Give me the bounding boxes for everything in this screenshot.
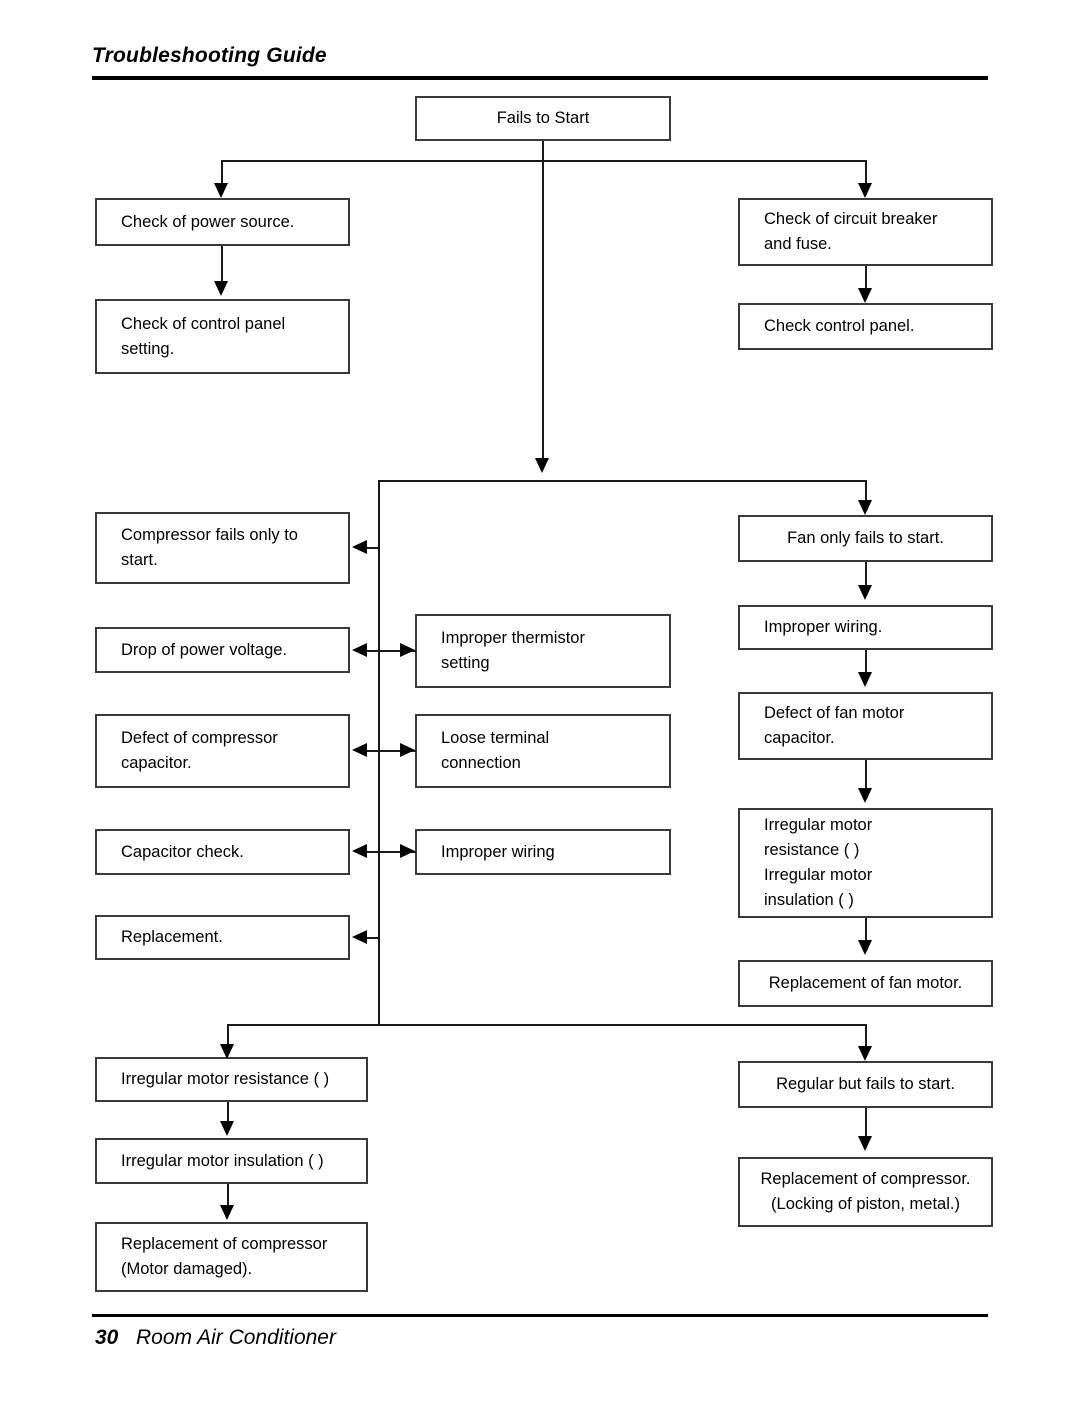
arrowhead-down-to-fan-only-fails [858,500,872,515]
arrowhead-down-to-control-panel-setting [214,281,228,296]
flow-node-replacement: Replacement. [95,915,350,960]
flow-node-compressor-fails-only: Compressor fails only to start. [95,512,350,584]
flow-node-improper-wiring-right: Improper wiring. [738,605,993,650]
flow-node-replacement-fan-motor: Replacement of fan motor. [738,960,993,1007]
flow-node-improper-thermistor-setting: Improper thermistor setting [415,614,671,688]
arrowhead-down-to-replacement-compressor [220,1205,234,1220]
arrowhead-down-to-regular-but-fails [858,1046,872,1061]
header-divider [92,76,988,80]
arrowhead-right-to-thermistor [400,643,415,657]
arrowhead-down-to-insulation [220,1121,234,1136]
arrowhead-down-to-replacement-compressor-locking [858,1136,872,1151]
arrowhead-left-to-capacitor-check [352,844,367,858]
connector-insulation-to-replacement-compressor [227,1184,229,1206]
flow-node-improper-wiring-mid: Improper wiring [415,829,671,875]
arrowhead-right-to-loose-terminal [400,743,415,757]
connector-regular-fails-to-replacement-compressor [865,1108,867,1138]
arrowhead-left-to-compressor-fails [352,540,367,554]
footer-document-name: Room Air Conditioner [136,1326,336,1349]
flow-node-check-control-panel-setting: Check of control panel setting. [95,299,350,374]
connector-mid-branch-bar [378,480,866,482]
page-header-title: Troubleshooting Guide [92,44,327,67]
flow-node-irregular-motor-insulation: Irregular motor insulation ( ) [95,1138,368,1184]
arrowhead-left-to-compressor-capacitor [352,743,367,757]
arrowhead-right-to-improper-wiring [400,844,415,858]
flow-node-irregular-motor-resistance: Irregular motor resistance ( ) [95,1057,368,1102]
flow-node-replacement-compressor-locking: Replacement of compressor. (Locking of p… [738,1157,993,1227]
arrowhead-down-to-control-panel [858,288,872,303]
arrowhead-down-to-fan-capacitor [858,672,872,687]
arrowhead-left-to-replacement [352,930,367,944]
arrowhead-down-to-irregular-motor-resistance [220,1044,234,1059]
connector-bottom-branch-bar [227,1024,866,1026]
flow-node-capacitor-check: Capacitor check. [95,829,350,875]
flow-node-check-power-source: Check of power source. [95,198,350,246]
document-page: Troubleshooting Guide Fails to Start Che… [0,0,1080,1405]
connector-main-spine-down [542,160,544,460]
arrowhead-down-to-power-source [214,183,228,198]
flow-node-replacement-compressor-motor-damaged: Replacement of compressor (Motor damaged… [95,1222,368,1292]
flow-node-fan-only-fails: Fan only fails to start. [738,515,993,562]
flow-node-check-circuit-breaker: Check of circuit breaker and fuse. [738,198,993,266]
connector-fan-capacitor-to-irregular-motor [865,760,867,790]
flow-node-defect-compressor-capacitor: Defect of compressor capacitor. [95,714,350,788]
flow-node-defect-fan-motor-capacitor: Defect of fan motor capacitor. [738,692,993,760]
arrowhead-down-to-mid-branch [535,458,549,473]
flow-node-loose-terminal-connection: Loose terminal connection [415,714,671,788]
arrowhead-down-to-irregular-motor [858,788,872,803]
connector-top-branch-bar [222,160,866,162]
flow-node-regular-but-fails: Regular but fails to start. [738,1061,993,1108]
arrowhead-down-to-improper-wiring-right [858,585,872,600]
footer-page-number: 30 [95,1326,119,1349]
arrowhead-down-to-replacement-fan-motor [858,940,872,955]
connector-left-spine [378,480,380,1025]
footer-divider [92,1314,988,1317]
flow-node-check-control-panel: Check control panel. [738,303,993,350]
connector-power-source-to-control-panel-setting [221,246,223,284]
arrowhead-left-to-drop-voltage [352,643,367,657]
connector-start-down [542,141,544,161]
flow-node-irregular-motor-resistance-insulation: Irregular motor resistance ( ) Irregular… [738,808,993,918]
flow-node-drop-of-power-voltage: Drop of power voltage. [95,627,350,673]
flow-node-fails-to-start: Fails to Start [415,96,671,141]
arrowhead-down-to-circuit-breaker [858,183,872,198]
connector-circuit-breaker-to-control-panel [865,266,867,290]
